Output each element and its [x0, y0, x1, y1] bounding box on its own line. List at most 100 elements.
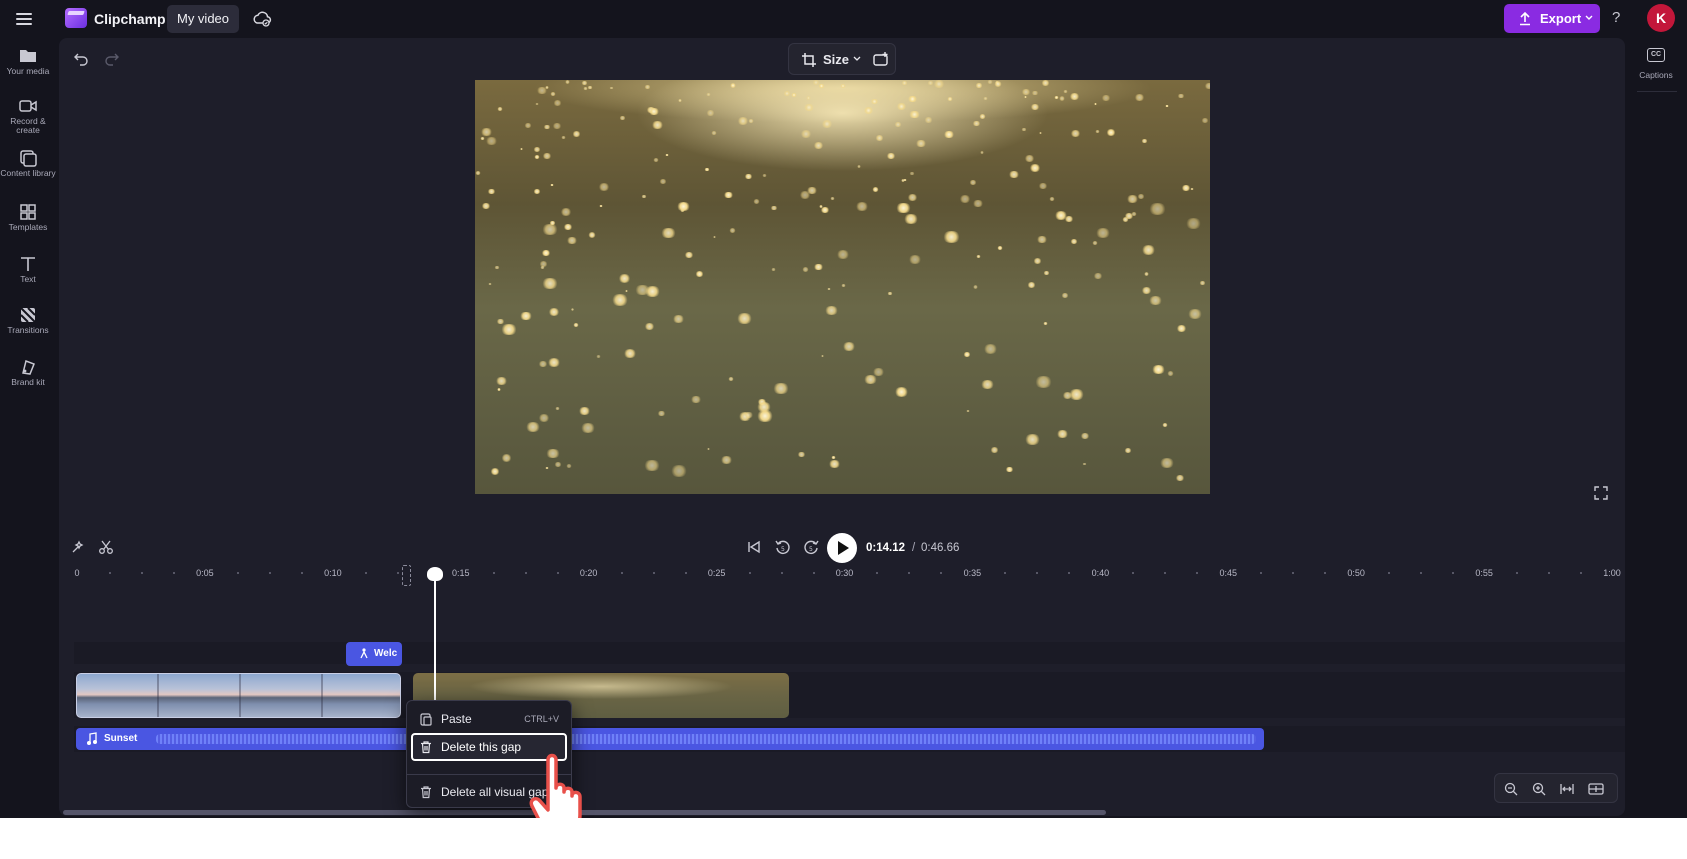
water-sparkle: [587, 232, 597, 238]
sidebar-item-templates[interactable]: Templates: [0, 197, 56, 249]
total-time: 0:46.66: [921, 542, 960, 554]
water-sparkle: [813, 263, 824, 271]
water-sparkle: [1062, 89, 1069, 93]
water-sparkle: [1158, 458, 1175, 469]
timeline-view-icon[interactable]: [1587, 781, 1605, 797]
ruler-tick-dot: [652, 572, 655, 574]
water-sparkle: [1055, 430, 1069, 439]
water-sparkle: [532, 147, 541, 153]
water-sparkle: [1141, 245, 1157, 255]
sidebar-item-transitions[interactable]: Transitions: [0, 300, 56, 352]
menu-item-paste[interactable]: Paste CTRL+V: [411, 705, 567, 733]
magic-tools-icon[interactable]: [70, 539, 86, 555]
fit-to-timeline-icon[interactable]: [1559, 781, 1575, 797]
water-sparkle: [587, 85, 593, 90]
cloud-sync-icon[interactable]: [252, 9, 272, 29]
paste-icon: [420, 713, 432, 726]
fullscreen-icon[interactable]: [1594, 486, 1608, 500]
ruler-tick-dot: [908, 572, 911, 574]
divider: [1637, 91, 1677, 92]
ruler-tick-dot: [556, 572, 559, 574]
water-sparkle: [862, 107, 875, 115]
water-sparkle: [1026, 281, 1037, 288]
ruler-tick-dot: [1260, 572, 1263, 574]
text-clip[interactable]: Welc: [346, 642, 402, 666]
size-button[interactable]: Size: [788, 43, 896, 75]
water-sparkle: [705, 93, 711, 97]
menu-item-label: Paste: [441, 712, 472, 726]
water-sparkle: [547, 357, 562, 367]
left-sidebar: Your media Record & create Content libra…: [0, 38, 56, 818]
water-sparkle: [1177, 93, 1185, 99]
water-sparkle: [744, 173, 753, 179]
water-sparkle: [495, 377, 509, 386]
trash-icon: [421, 741, 431, 754]
transitions-icon: [20, 307, 36, 323]
project-title-tab[interactable]: My video: [167, 5, 239, 33]
aspect-ratio-icon[interactable]: [872, 51, 890, 69]
sidebar-item-your-media[interactable]: Your media: [0, 41, 56, 93]
water-sparkle: [1131, 212, 1137, 216]
video-clip-sunset[interactable]: [76, 673, 401, 718]
water-sparkle: [840, 84, 846, 88]
ruler-tick-label: 0:30: [835, 568, 854, 578]
water-sparkle: [1198, 280, 1206, 285]
water-sparkle: [563, 224, 574, 231]
rewind-5-seconds-icon[interactable]: 5: [774, 538, 792, 556]
undo-icon[interactable]: [73, 50, 89, 66]
redo-icon[interactable]: [104, 50, 120, 66]
ruler-tick-dot: [268, 572, 271, 574]
skip-to-start-icon[interactable]: [746, 539, 762, 555]
water-sparkle: [619, 116, 626, 121]
water-sparkle: [802, 103, 816, 112]
water-sparkle: [1070, 238, 1079, 244]
water-sparkle: [550, 183, 555, 187]
water-sparkle: [1041, 80, 1050, 86]
water-sparkle: [893, 121, 902, 127]
water-sparkle: [533, 155, 541, 160]
water-sparkle: [581, 80, 588, 85]
water-sparkle: [660, 227, 678, 239]
water-sparkle: [728, 227, 737, 233]
water-sparkle: [979, 114, 987, 119]
water-sparkle: [539, 265, 545, 269]
captions-panel-button[interactable]: CC Captions: [1625, 38, 1687, 98]
scissors-icon[interactable]: [98, 539, 114, 555]
audio-clip-label: Sunset: [104, 733, 138, 744]
water-sparkle: [689, 395, 702, 404]
water-sparkle: [735, 312, 753, 324]
sidebar-item-text[interactable]: Text: [0, 249, 56, 301]
ruler-tick-label: 0:05: [196, 568, 214, 578]
zoom-in-icon[interactable]: [1531, 781, 1547, 797]
ruler-tick-dot: [748, 572, 751, 574]
forward-5-seconds-icon[interactable]: 5: [802, 538, 820, 556]
water-sparkle: [862, 374, 878, 385]
export-button[interactable]: Export: [1504, 4, 1600, 33]
timeline-ruler[interactable]: 0 0:05 0:10 0:15 0:20 0:25 0:30 0:35 0:40 0:45 0:5…: [70, 568, 1620, 584]
water-sparkle: [1033, 376, 1053, 388]
playhead-handle[interactable]: [427, 567, 443, 581]
sidebar-item-record-create[interactable]: Record & create: [0, 91, 56, 143]
water-sparkle: [783, 91, 792, 97]
water-sparkle: [710, 131, 718, 136]
sidebar-item-label: Content library: [0, 168, 56, 178]
zoom-out-icon[interactable]: [1503, 781, 1519, 797]
water-sparkle: [831, 456, 837, 460]
audio-clip[interactable]: Sunset: [76, 728, 1264, 750]
ruler-tick-dot: [1388, 572, 1391, 574]
text-clip-icon: [360, 648, 368, 659]
water-sparkle: [554, 462, 562, 468]
water-sparkle: [818, 83, 825, 88]
water-sparkle: [959, 195, 972, 203]
sidebar-item-content-library[interactable]: Content library: [0, 143, 56, 195]
avatar[interactable]: K: [1647, 4, 1675, 32]
water-sparkle: [544, 85, 550, 89]
sidebar-item-brand-kit[interactable]: Brand kit: [0, 352, 56, 404]
video-preview[interactable]: [475, 80, 1210, 494]
water-sparkle: [720, 455, 734, 464]
water-sparkle: [806, 96, 812, 100]
play-button[interactable]: [827, 533, 857, 563]
library-icon: [20, 150, 37, 167]
help-icon[interactable]: ?: [1612, 9, 1620, 26]
hamburger-menu-icon[interactable]: [14, 9, 34, 29]
